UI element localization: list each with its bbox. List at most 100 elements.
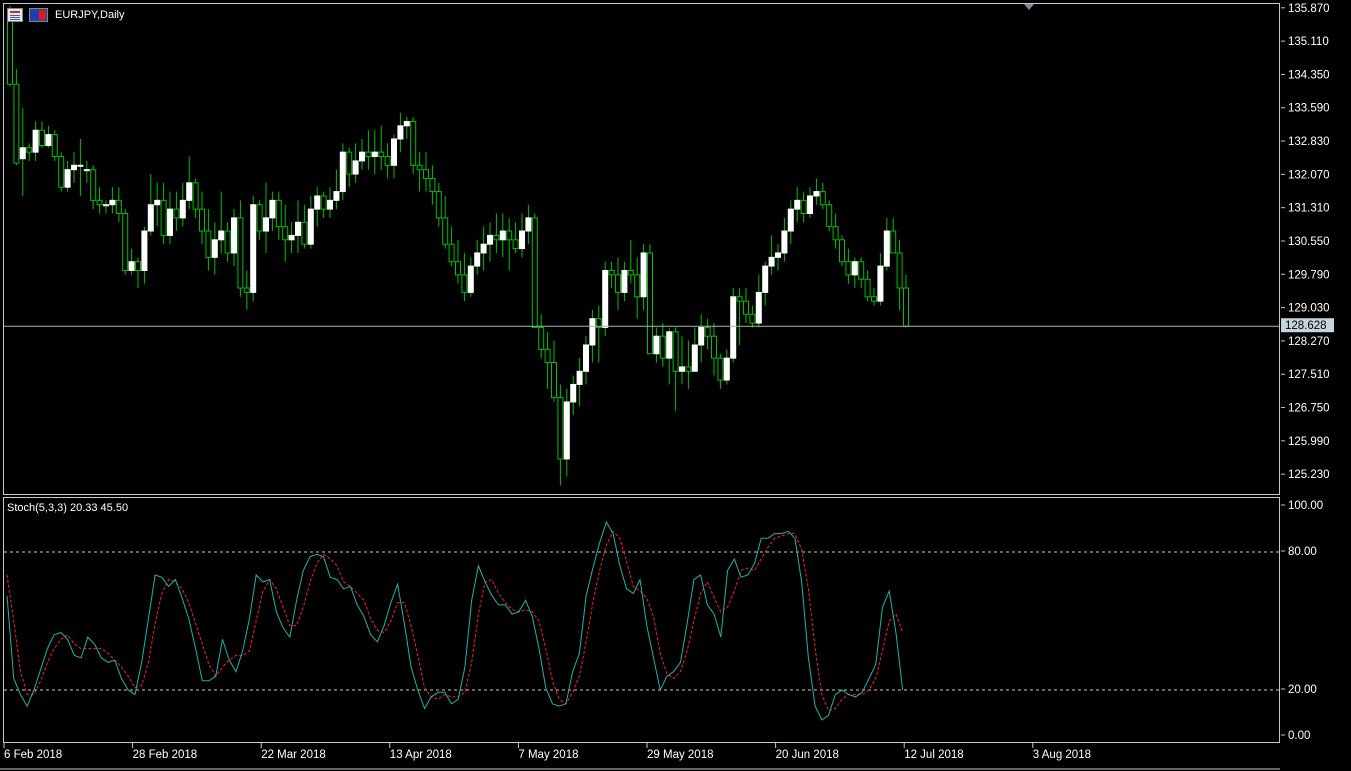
candle-bull xyxy=(154,199,161,206)
candle-bull xyxy=(397,125,404,140)
price-label: 125.230 xyxy=(1288,469,1330,481)
time-label: 20 Jun 2018 xyxy=(776,749,839,761)
candle-bear xyxy=(461,274,468,293)
candle-bull xyxy=(186,182,193,201)
candle-bull xyxy=(755,291,762,324)
price-label: 134.350 xyxy=(1288,69,1330,81)
candle-bear xyxy=(205,230,212,258)
candle-bull xyxy=(71,164,77,171)
time-label: 29 May 2018 xyxy=(647,749,714,761)
candle-bear xyxy=(416,164,423,171)
candle-bear xyxy=(512,239,519,250)
candle-bull xyxy=(371,151,378,158)
candle-bull xyxy=(128,261,135,271)
candle-bear xyxy=(864,278,871,298)
candle-bull xyxy=(851,261,858,276)
candle-bull xyxy=(83,169,90,172)
candle-bull xyxy=(263,217,269,232)
candle-bear xyxy=(320,195,327,210)
price-label: 132.830 xyxy=(1288,136,1330,148)
candle-bull xyxy=(403,120,410,127)
candle-bull xyxy=(64,169,71,188)
candle-bear xyxy=(736,296,743,302)
candle-bull xyxy=(775,252,781,258)
candle-bull xyxy=(589,318,596,346)
candle-bear xyxy=(903,287,909,327)
candle-bear xyxy=(890,230,897,254)
candle-bear xyxy=(96,199,103,206)
stochastic-plot[interactable] xyxy=(4,498,1279,742)
candle-bear xyxy=(839,239,845,263)
price-label: 125.990 xyxy=(1288,436,1330,448)
candle-bull xyxy=(807,195,813,214)
candle-bull xyxy=(339,151,346,193)
candle-bull xyxy=(391,138,397,166)
flag-icon xyxy=(29,8,48,22)
candlestick-plot[interactable] xyxy=(4,4,1279,494)
candle-bull xyxy=(583,344,589,372)
candle-bear xyxy=(826,204,833,228)
candle-bear xyxy=(58,156,65,188)
candle-bull xyxy=(250,204,257,293)
candle-bear xyxy=(173,208,180,219)
price-label: 128.270 xyxy=(1288,336,1330,348)
candle-bull xyxy=(640,252,647,298)
stochastic-panel[interactable] xyxy=(3,497,1280,743)
candle-bull xyxy=(519,230,525,250)
stoch-title: Stoch(5,3,3) 20.33 45.50 xyxy=(7,502,129,514)
candle-bull xyxy=(666,331,673,359)
candle-bull xyxy=(141,230,148,271)
candle-bull xyxy=(723,357,730,381)
candle-bull xyxy=(333,191,340,201)
candle-bear xyxy=(896,252,903,289)
candle-bear xyxy=(192,182,199,210)
candle-bull xyxy=(218,230,225,241)
candle-bull xyxy=(147,204,154,232)
stoch-axis: 100.00 80.00 20.00 0.00 xyxy=(1281,500,1323,742)
price-label: 131.310 xyxy=(1288,203,1330,215)
candle-bear xyxy=(224,230,231,254)
candle-bear xyxy=(282,226,289,241)
candle-bull xyxy=(570,383,577,403)
price-axis[interactable]: 135.870 135.110 134.350 133.590 132.830 132.0… xyxy=(1281,3,1351,495)
candle-bear xyxy=(627,269,634,276)
candle-bear xyxy=(717,357,724,381)
candle-bull xyxy=(781,230,788,254)
candle-bear xyxy=(90,169,97,201)
candle-bull xyxy=(877,265,884,302)
candle-bear xyxy=(544,348,551,364)
candle-bull xyxy=(679,366,685,372)
candle-bull xyxy=(698,326,705,346)
price-label: 129.790 xyxy=(1288,269,1330,281)
candle-bear xyxy=(378,151,385,158)
candle-bull xyxy=(563,401,570,460)
candle-bear xyxy=(115,199,122,214)
candle-bear xyxy=(871,296,877,302)
time-axis: 6 Feb 2018 28 Feb 2018 22 Mar 2018 13 Apr 2… xyxy=(0,743,1280,770)
candle-bull xyxy=(45,134,52,147)
candle-bull xyxy=(576,370,583,385)
candle-bear xyxy=(551,362,557,399)
candle-bear xyxy=(672,331,679,372)
candle-bull xyxy=(525,217,532,232)
price-chart-panel[interactable] xyxy=(3,3,1280,495)
candle-bull xyxy=(794,199,801,210)
candle-bear xyxy=(615,274,621,293)
candle-bull xyxy=(327,199,333,210)
candle-bear xyxy=(429,177,436,193)
candle-bull xyxy=(499,230,506,241)
candle-bull xyxy=(167,208,173,236)
symbol-title: EURJPY,Daily xyxy=(55,9,125,21)
candle-bull xyxy=(307,208,314,245)
time-label: 6 Feb 2018 xyxy=(4,749,62,761)
candle-bear xyxy=(39,129,45,147)
candle-bear xyxy=(51,134,58,158)
shift-marker xyxy=(1024,4,1034,10)
candle-bear xyxy=(538,326,545,350)
candle-bull xyxy=(621,269,628,293)
time-label: 7 May 2018 xyxy=(518,749,578,761)
candle-bear xyxy=(275,199,282,228)
candle-bear xyxy=(608,269,615,276)
candle-bear xyxy=(346,151,353,175)
price-label: 129.030 xyxy=(1288,303,1330,315)
